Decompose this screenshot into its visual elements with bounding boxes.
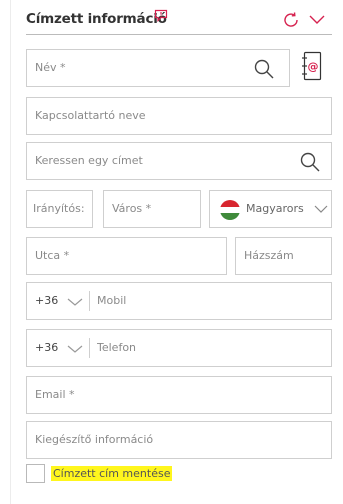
section-title: Címzett információ xyxy=(26,11,167,27)
street-field[interactable]: Utca * xyxy=(26,237,227,275)
chevron-down-icon[interactable] xyxy=(67,297,83,307)
comment-icon[interactable] xyxy=(154,9,168,22)
prefix-divider xyxy=(89,338,90,358)
svg-text:@: @ xyxy=(308,60,319,73)
email-placeholder: Email * xyxy=(35,388,75,401)
phone-prefix-select[interactable]: +36 xyxy=(35,330,58,366)
contact-name-placeholder: Kapcsolattartó neve xyxy=(35,109,146,122)
address-search-field[interactable]: Keressen egy címet xyxy=(26,142,332,180)
hungary-flag-icon xyxy=(220,200,240,220)
chevron-down-icon xyxy=(314,205,328,213)
house-number-field[interactable]: Házszám xyxy=(235,237,332,275)
city-field[interactable]: Város * xyxy=(103,190,201,228)
contact-name-field[interactable]: Kapcsolattartó neve xyxy=(26,97,332,135)
additional-info-field[interactable]: Kiegészítő információ xyxy=(26,421,332,459)
recipient-info-header: Címzett információ xyxy=(26,8,332,34)
address-search-placeholder: Keressen egy címet xyxy=(35,154,143,167)
refresh-icon[interactable] xyxy=(281,10,301,30)
country-value: Magyarors xyxy=(246,202,304,215)
chevron-down-icon[interactable] xyxy=(308,12,326,26)
search-icon[interactable] xyxy=(253,58,275,80)
mobile-placeholder: Mobil xyxy=(97,294,127,307)
address-book-icon[interactable]: @ xyxy=(301,51,323,81)
save-address-checkbox[interactable] xyxy=(26,464,45,483)
city-placeholder: Város * xyxy=(112,202,152,215)
email-field[interactable]: Email * xyxy=(26,376,332,414)
header-divider xyxy=(26,34,332,35)
zip-code-placeholder: Irányítós: xyxy=(33,202,85,215)
save-address-label[interactable]: Címzett cím mentése xyxy=(51,466,173,481)
name-placeholder: Név * xyxy=(35,61,66,74)
mobile-field[interactable]: +36 Mobil xyxy=(26,282,332,320)
chevron-down-icon[interactable] xyxy=(67,344,83,354)
house-number-placeholder: Házszám xyxy=(244,249,294,262)
zip-code-field[interactable]: Irányítós: xyxy=(26,190,93,228)
left-border-line xyxy=(10,0,11,504)
prefix-divider xyxy=(89,291,90,311)
mobile-prefix-select[interactable]: +36 xyxy=(35,283,58,319)
additional-info-placeholder: Kiegészítő információ xyxy=(35,433,154,446)
search-icon[interactable] xyxy=(299,151,321,173)
name-field[interactable]: Név * xyxy=(26,49,290,87)
phone-field[interactable]: +36 Telefon xyxy=(26,329,332,367)
phone-placeholder: Telefon xyxy=(97,341,137,354)
street-placeholder: Utca * xyxy=(35,249,70,262)
country-select[interactable]: Magyarors xyxy=(209,190,332,228)
